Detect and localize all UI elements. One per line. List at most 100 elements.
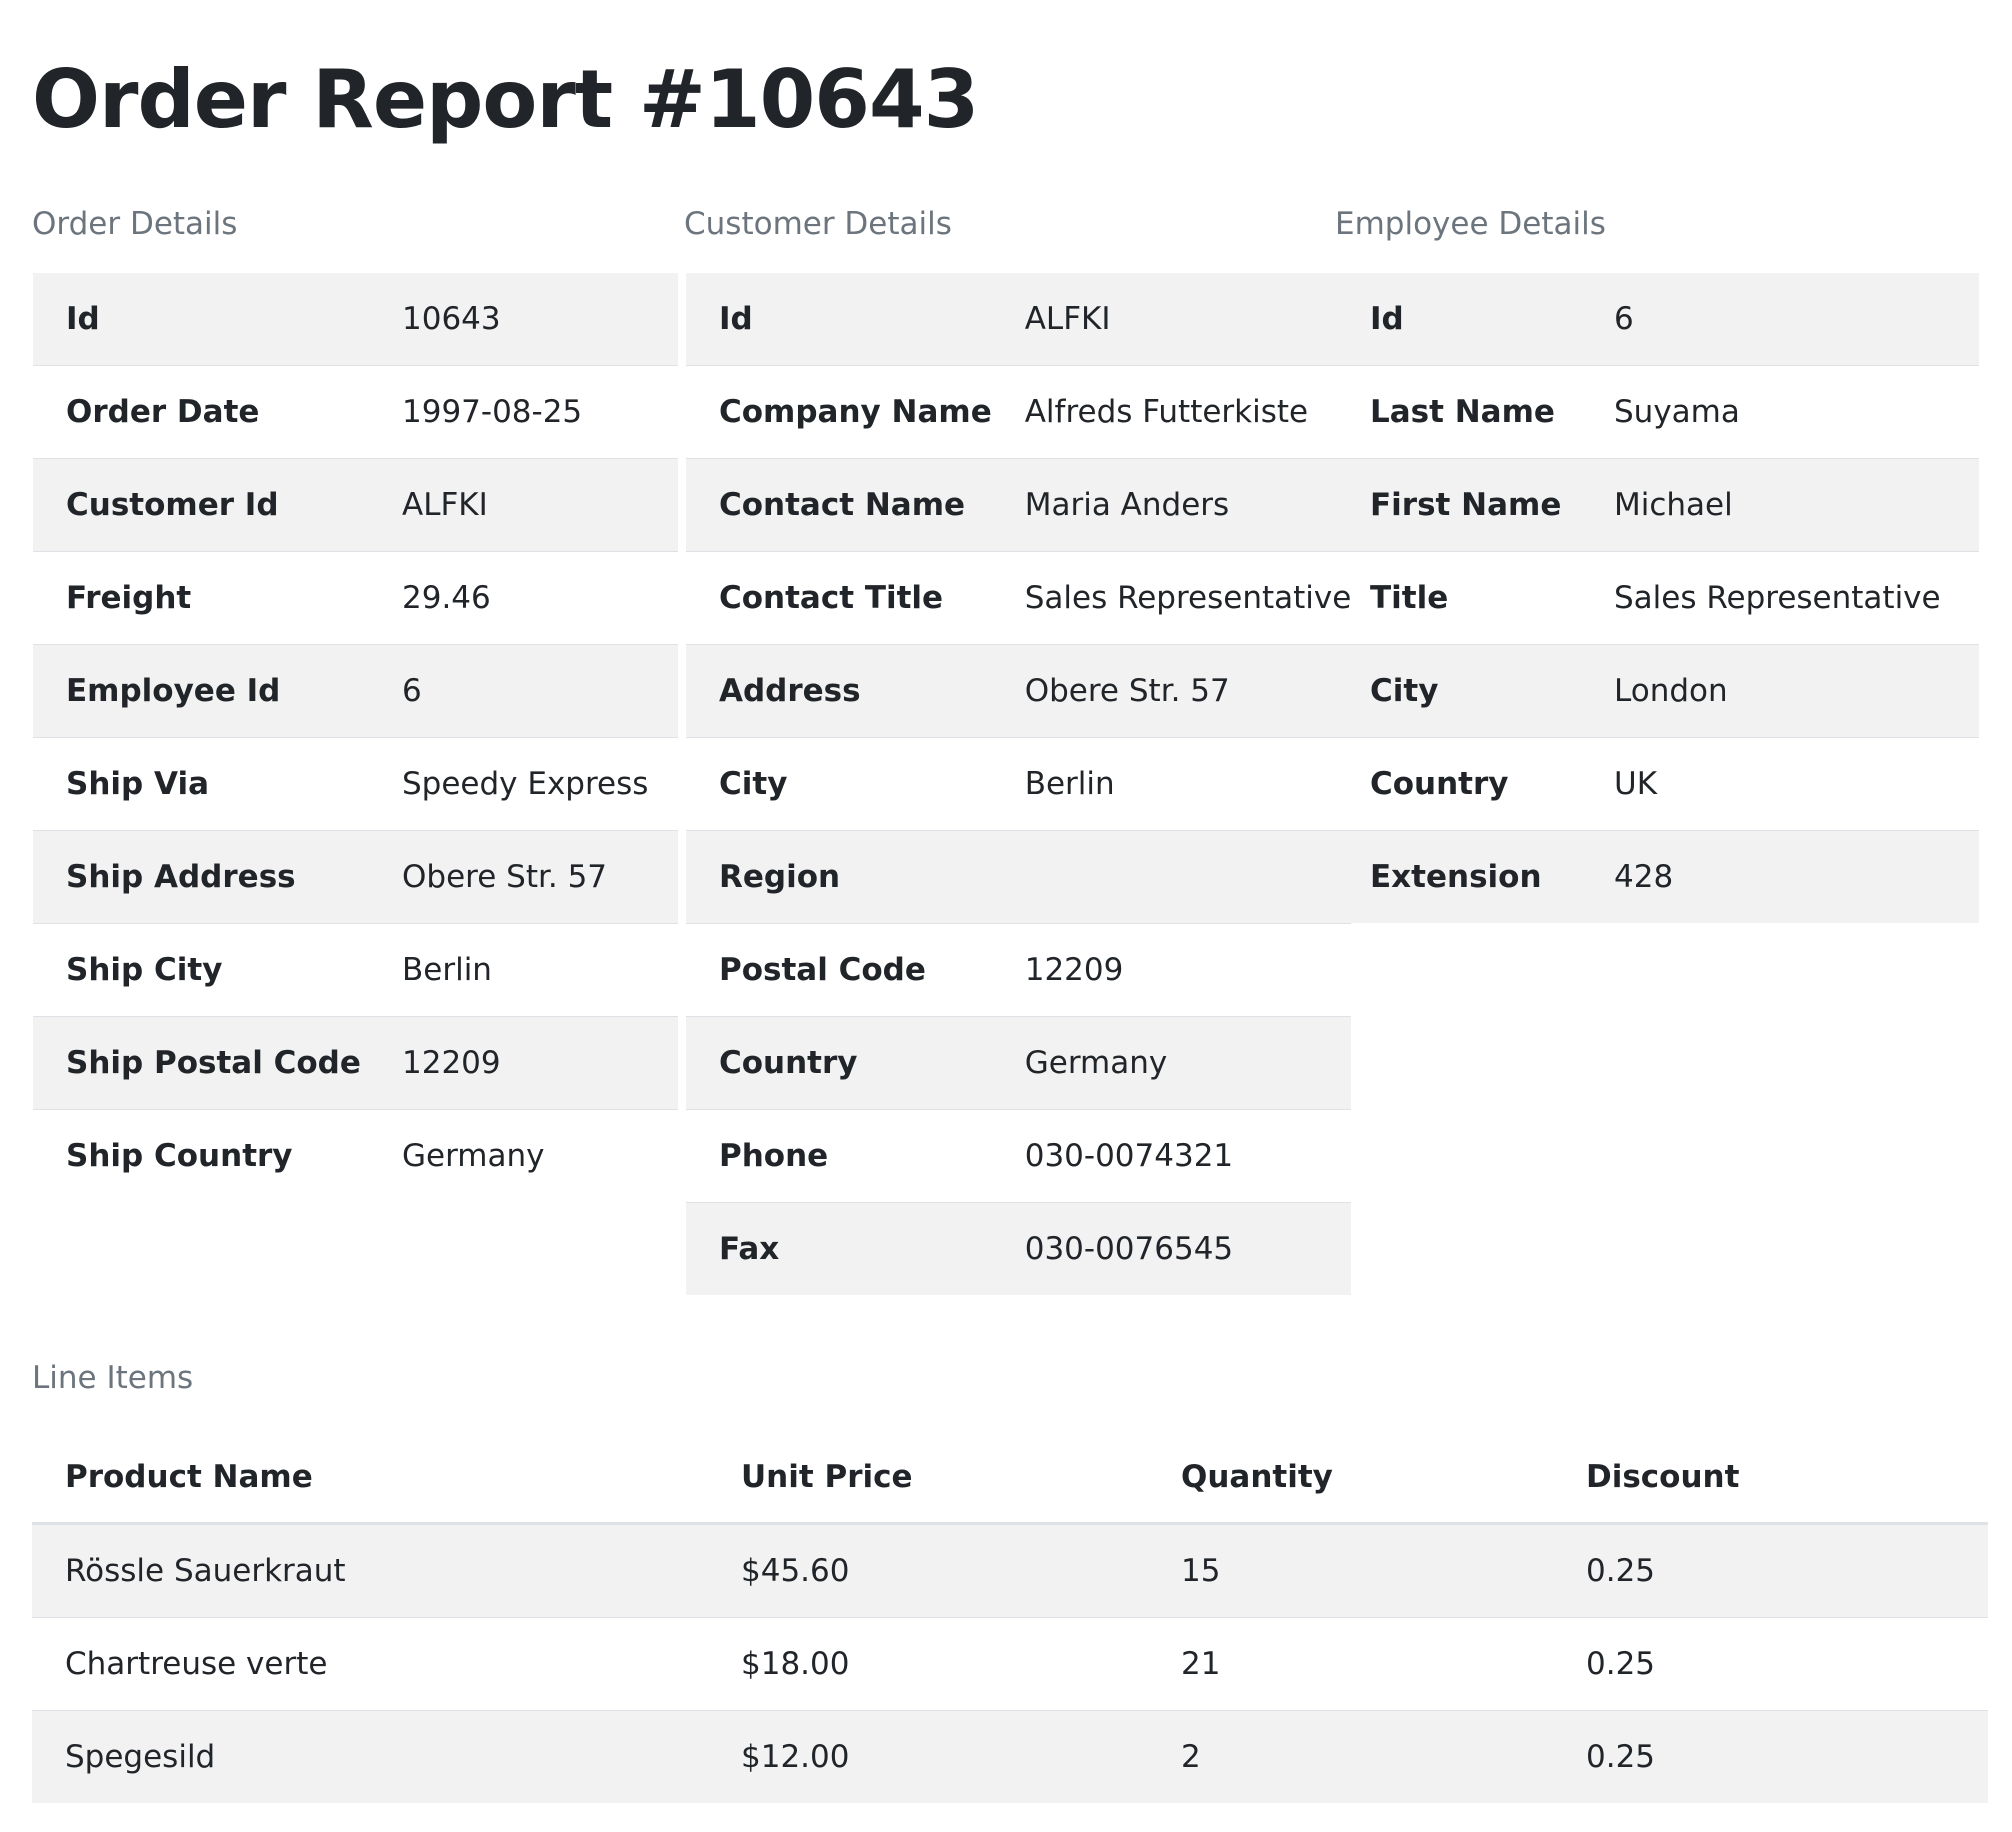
table-row: Customer Id ALFKI: [33, 458, 678, 552]
table-row: Order Date 1997-08-25: [33, 365, 678, 459]
table-row: City Berlin: [686, 737, 1352, 831]
field-value: ALFKI: [369, 458, 678, 552]
field-value: UK: [1581, 737, 1979, 831]
table-row: Last Name Suyama: [1337, 365, 1979, 459]
field-label: Address: [686, 644, 992, 738]
field-label: Id: [33, 273, 369, 366]
page-title: Order Report #10643: [32, 53, 979, 146]
table-row: Ship Postal Code 12209: [33, 1016, 678, 1110]
table-header-row: Product Name Unit Price Quantity Discoun…: [32, 1432, 1988, 1525]
field-label: Country: [1337, 737, 1581, 831]
field-label: Ship Address: [33, 830, 369, 924]
field-label: Ship Postal Code: [33, 1016, 369, 1110]
table-row: Chartreuse verte $18.00 21 0.25: [32, 1617, 1988, 1711]
table-row: Address Obere Str. 57: [686, 644, 1352, 738]
field-label: Contact Title: [686, 551, 992, 645]
field-value: Sales Representative: [1581, 551, 1979, 645]
field-value: Maria Anders: [991, 458, 1352, 552]
product-name-cell: Chartreuse verte: [32, 1617, 708, 1711]
field-value: Germany: [991, 1016, 1352, 1110]
employee-details-caption: Employee Details: [1335, 206, 1606, 242]
field-label: Ship Country: [33, 1109, 369, 1202]
order-details-table: Id 10643 Order Date 1997-08-25 Customer Id…: [33, 273, 678, 1202]
field-value: 1997-08-25: [369, 365, 678, 459]
discount-cell: 0.25: [1553, 1523, 1988, 1618]
table-row: Country Germany: [686, 1016, 1352, 1110]
table-row: Rössle Sauerkraut $45.60 15 0.25: [32, 1523, 1988, 1618]
field-value: Berlin: [991, 737, 1352, 831]
field-label: Ship City: [33, 923, 369, 1017]
field-value: London: [1581, 644, 1979, 738]
table-row: Spegesild $12.00 2 0.25: [32, 1710, 1988, 1803]
field-label: Phone: [686, 1109, 992, 1203]
field-value: Obere Str. 57: [991, 644, 1352, 738]
field-label: Employee Id: [33, 644, 369, 738]
field-value: 12209: [369, 1016, 678, 1110]
unit-price-cell: $12.00: [708, 1710, 1148, 1803]
field-value: 6: [369, 644, 678, 738]
field-label: First Name: [1337, 458, 1581, 552]
column-header: Quantity: [1148, 1432, 1553, 1525]
quantity-cell: 2: [1148, 1710, 1553, 1803]
order-details-caption: Order Details: [32, 206, 238, 242]
field-label: Id: [686, 273, 992, 366]
table-row: Fax 030-0076545: [686, 1202, 1352, 1295]
customer-details-caption: Customer Details: [684, 206, 952, 242]
field-label: Customer Id: [33, 458, 369, 552]
table-row: First Name Michael: [1337, 458, 1979, 552]
table-row: Ship Via Speedy Express: [33, 737, 678, 831]
field-label: Company Name: [686, 365, 992, 459]
field-label: Id: [1337, 273, 1581, 366]
table-row: Id 6: [1337, 273, 1979, 366]
field-label: City: [1337, 644, 1581, 738]
field-label: Postal Code: [686, 923, 992, 1017]
table-row: Employee Id 6: [33, 644, 678, 738]
table-row: Region: [686, 830, 1352, 924]
table-row: Country UK: [1337, 737, 1979, 831]
unit-price-cell: $45.60: [708, 1523, 1148, 1618]
field-value: 29.46: [369, 551, 678, 645]
field-value: 6: [1581, 273, 1979, 366]
table-row: Ship Address Obere Str. 57: [33, 830, 678, 924]
discount-cell: 0.25: [1553, 1710, 1988, 1803]
column-header: Discount: [1553, 1432, 1988, 1525]
table-row: Postal Code 12209: [686, 923, 1352, 1017]
discount-cell: 0.25: [1553, 1617, 1988, 1711]
table-row: Ship City Berlin: [33, 923, 678, 1017]
field-value: Sales Representative: [991, 551, 1352, 645]
column-header: Product Name: [32, 1432, 708, 1525]
line-items-caption: Line Items: [32, 1360, 194, 1396]
field-label: Fax: [686, 1202, 992, 1295]
unit-price-cell: $18.00: [708, 1617, 1148, 1711]
field-label: Last Name: [1337, 365, 1581, 459]
table-row: Id 10643: [33, 273, 678, 366]
field-value: 12209: [991, 923, 1352, 1017]
field-label: Title: [1337, 551, 1581, 645]
field-value: Speedy Express: [369, 737, 678, 831]
field-value: Alfreds Futterkiste: [991, 365, 1352, 459]
field-value: 428: [1581, 830, 1979, 923]
product-name-cell: Rössle Sauerkraut: [32, 1523, 708, 1618]
table-row: Company Name Alfreds Futterkiste: [686, 365, 1352, 459]
field-value: Suyama: [1581, 365, 1979, 459]
field-value: ALFKI: [991, 273, 1352, 366]
field-label: Freight: [33, 551, 369, 645]
table-row: Contact Title Sales Representative: [686, 551, 1352, 645]
field-label: Country: [686, 1016, 992, 1110]
table-row: Phone 030-0074321: [686, 1109, 1352, 1203]
field-value: Berlin: [369, 923, 678, 1017]
field-label: Region: [686, 830, 992, 924]
field-value: 030-0076545: [991, 1202, 1352, 1295]
product-name-cell: Spegesild: [32, 1710, 708, 1803]
field-value: 030-0074321: [991, 1109, 1352, 1203]
table-row: Title Sales Representative: [1337, 551, 1979, 645]
quantity-cell: 21: [1148, 1617, 1553, 1711]
field-label: Order Date: [33, 365, 369, 459]
field-label: Contact Name: [686, 458, 992, 552]
customer-details-table: Id ALFKI Company Name Alfreds Futterkiste …: [686, 273, 1352, 1295]
field-label: City: [686, 737, 992, 831]
table-row: Extension 428: [1337, 830, 1979, 923]
field-value: Obere Str. 57: [369, 830, 678, 924]
line-items-table: Product Name Unit Price Quantity Discoun…: [32, 1432, 1988, 1803]
field-label: Extension: [1337, 830, 1581, 923]
